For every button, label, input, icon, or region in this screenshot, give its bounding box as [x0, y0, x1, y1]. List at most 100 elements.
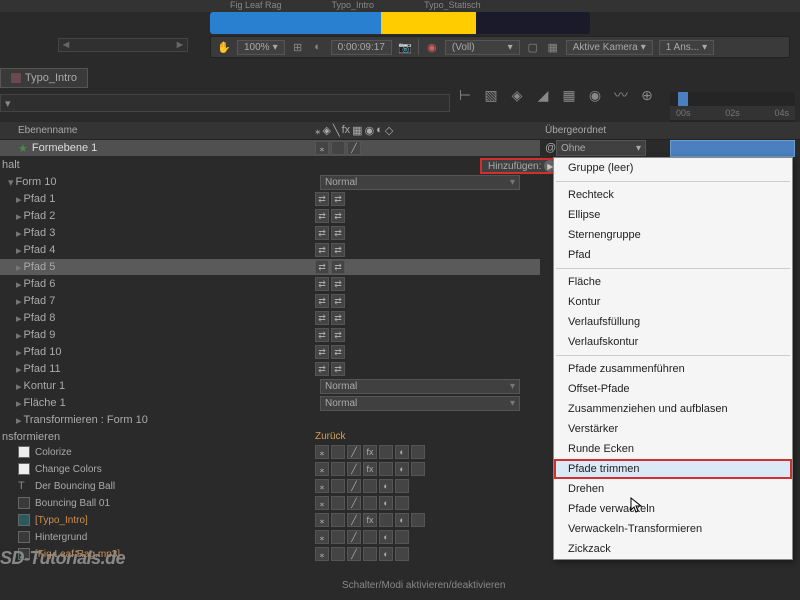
reset-link[interactable]: Zurück	[315, 431, 346, 442]
path-row[interactable]: ▸Pfad 2⇄⇄	[0, 208, 540, 225]
blend-mode-dropdown[interactable]: Normal▾	[320, 379, 520, 394]
menu-item[interactable]: Rechteck	[554, 185, 792, 205]
top-tab[interactable]: Typo_Intro	[332, 0, 375, 12]
layer-search-input[interactable]: ▾	[0, 94, 450, 112]
flowchart-icon[interactable]: ⊢	[456, 86, 474, 104]
disclosure-icon[interactable]: ▸	[16, 312, 22, 325]
fill-row[interactable]: ▸Fläche 1Normal▾	[0, 395, 540, 412]
path-row[interactable]: ▸Pfad 1⇄⇄	[0, 191, 540, 208]
menu-item[interactable]: Pfade verwackeln	[554, 499, 792, 519]
menu-item[interactable]: Sternengruppe	[554, 225, 792, 245]
path-row[interactable]: ▸Pfad 7⇄⇄	[0, 293, 540, 310]
menu-item[interactable]: Kontur	[554, 292, 792, 312]
disclosure-icon[interactable]: ▸	[16, 227, 22, 240]
playhead-indicator[interactable]	[678, 92, 688, 106]
search-dropdown-icon[interactable]: ▾	[5, 97, 11, 110]
zoom-dropdown[interactable]: 100%▾	[237, 40, 285, 55]
disclosure-icon[interactable]: ▸	[16, 278, 22, 291]
layer-row[interactable]: Bouncing Ball 01⁎╱◐	[0, 495, 540, 512]
composition-tab[interactable]: Typo_Intro	[0, 68, 88, 88]
views-dropdown[interactable]: 1 Ans...▾	[659, 40, 714, 55]
top-tab[interactable]: Fig Leaf Rag	[230, 0, 282, 12]
disclosure-icon[interactable]: ▸	[16, 295, 22, 308]
horizontal-scrollbar[interactable]: ◄ ►	[58, 38, 188, 52]
layer-row[interactable]: TDer Bouncing Ball⁎╱◐	[0, 478, 540, 495]
scroll-right-icon[interactable]: ►	[173, 39, 187, 51]
stroke-row[interactable]: ▸Kontur 1Normal▾	[0, 378, 540, 395]
menu-item[interactable]: Pfade zusammenführen	[554, 359, 792, 379]
timeline-ruler[interactable]: 00s02s04s	[670, 92, 795, 122]
layer-duration-bar[interactable]	[670, 140, 795, 157]
menu-item[interactable]: Verlaufsfüllung	[554, 312, 792, 332]
cube-icon[interactable]: ◈	[508, 86, 526, 104]
channels-icon[interactable]: ◉	[425, 40, 439, 54]
path-row[interactable]: ▸Pfad 6⇄⇄	[0, 276, 540, 293]
disclosure-icon[interactable]: ▸	[16, 363, 22, 376]
path-row[interactable]: ▸Pfad 11⇄⇄	[0, 361, 540, 378]
add-button[interactable]: Hinzufügen: ▶	[480, 158, 564, 174]
hand-icon[interactable]: ✋	[217, 40, 231, 54]
menu-item[interactable]: Zickzack	[554, 539, 792, 559]
menu-item[interactable]: Offset-Pfade	[554, 379, 792, 399]
disclosure-icon[interactable]: ▾	[8, 176, 14, 189]
scroll-left-icon[interactable]: ◄	[59, 39, 73, 51]
grid-icon[interactable]: ⊞	[291, 40, 305, 54]
disclosure-icon[interactable]: ▸	[16, 397, 22, 410]
disclosure-icon[interactable]: ▸	[16, 193, 22, 206]
menu-item[interactable]: Zusammenziehen und aufblasen	[554, 399, 792, 419]
blend-mode-dropdown[interactable]: Normal▾	[320, 175, 520, 190]
disclosure-icon[interactable]: ▸	[16, 244, 22, 257]
disclosure-icon[interactable]: ▸	[16, 380, 22, 393]
menu-item[interactable]: Fläche	[554, 272, 792, 292]
shape-layer-row[interactable]: ★Formebene 1⁎╱	[0, 140, 540, 157]
expand-icon[interactable]: ⊕	[638, 86, 656, 104]
menu-item[interactable]: Gruppe (leer)	[554, 158, 792, 178]
menu-item[interactable]: Pfad	[554, 245, 792, 265]
graph-icon[interactable]: 〰	[612, 86, 630, 104]
path-row[interactable]: ▸Pfad 4⇄⇄	[0, 242, 540, 259]
disclosure-icon[interactable]: ▸	[16, 329, 22, 342]
footer-hint[interactable]: Schalter/Modi aktivieren/deaktivieren	[342, 580, 505, 591]
group-row[interactable]: halt	[0, 157, 540, 174]
parent-dropdown[interactable]: Ohne▾	[556, 140, 646, 156]
frame-blend-icon[interactable]: ▦	[560, 86, 578, 104]
group-row[interactable]: ▾Form 10Normal▾	[0, 174, 540, 191]
layer-row[interactable]: [Typo_Intro]⁎╱fx◐	[0, 512, 540, 529]
mask-icon[interactable]: ◐	[311, 40, 325, 54]
render-icon[interactable]: ▧	[482, 86, 500, 104]
menu-item[interactable]: Verwackeln-Transformieren	[554, 519, 792, 539]
transparency-icon[interactable]: ▦	[546, 40, 560, 54]
menu-item[interactable]: Runde Ecken	[554, 439, 792, 459]
menu-separator	[556, 181, 790, 182]
menu-item[interactable]: Pfade trimmen	[554, 459, 792, 479]
transform-row[interactable]: ▸Transformieren : Form 10	[0, 412, 540, 429]
timecode-display[interactable]: 0:00:09:17	[331, 40, 392, 55]
disclosure-icon[interactable]: ▸	[16, 414, 22, 427]
screen-icon[interactable]: ▢	[526, 40, 540, 54]
layer-row[interactable]: Change Colors⁎╱fx◐	[0, 461, 540, 478]
path-row[interactable]: ▸Pfad 3⇄⇄	[0, 225, 540, 242]
path-row[interactable]: ▸Pfad 9⇄⇄	[0, 327, 540, 344]
top-tab[interactable]: Typo_Statisch	[424, 0, 481, 12]
layer-row[interactable]: Colorize⁎╱fx◐	[0, 444, 540, 461]
menu-item[interactable]: Drehen	[554, 479, 792, 499]
switch-header-icon: fx	[342, 124, 351, 137]
menu-item[interactable]: Verlaufskontur	[554, 332, 792, 352]
menu-item[interactable]: Ellipse	[554, 205, 792, 225]
disclosure-icon[interactable]: ▸	[16, 346, 22, 359]
disclosure-icon[interactable]: ▸	[16, 210, 22, 223]
motion-blur-icon[interactable]: ◉	[586, 86, 604, 104]
path-row[interactable]: ▸Pfad 5⇄⇄	[0, 259, 540, 276]
layer-row[interactable]: Hintergrund⁎╱◐	[0, 529, 540, 546]
camera-dropdown[interactable]: Aktive Kamera▾	[566, 40, 653, 55]
disclosure-icon[interactable]: ▸	[16, 261, 22, 274]
layer-type-icon: T	[18, 480, 30, 492]
path-row[interactable]: ▸Pfad 10⇄⇄	[0, 344, 540, 361]
shy-icon[interactable]: ◢	[534, 86, 552, 104]
pickwhip-icon[interactable]: @	[545, 142, 556, 154]
blend-mode-dropdown[interactable]: Normal▾	[320, 396, 520, 411]
quality-dropdown[interactable]: (Voll)▾	[445, 40, 520, 55]
menu-item[interactable]: Verstärker	[554, 419, 792, 439]
snapshot-icon[interactable]: 📷	[398, 40, 412, 54]
path-row[interactable]: ▸Pfad 8⇄⇄	[0, 310, 540, 327]
